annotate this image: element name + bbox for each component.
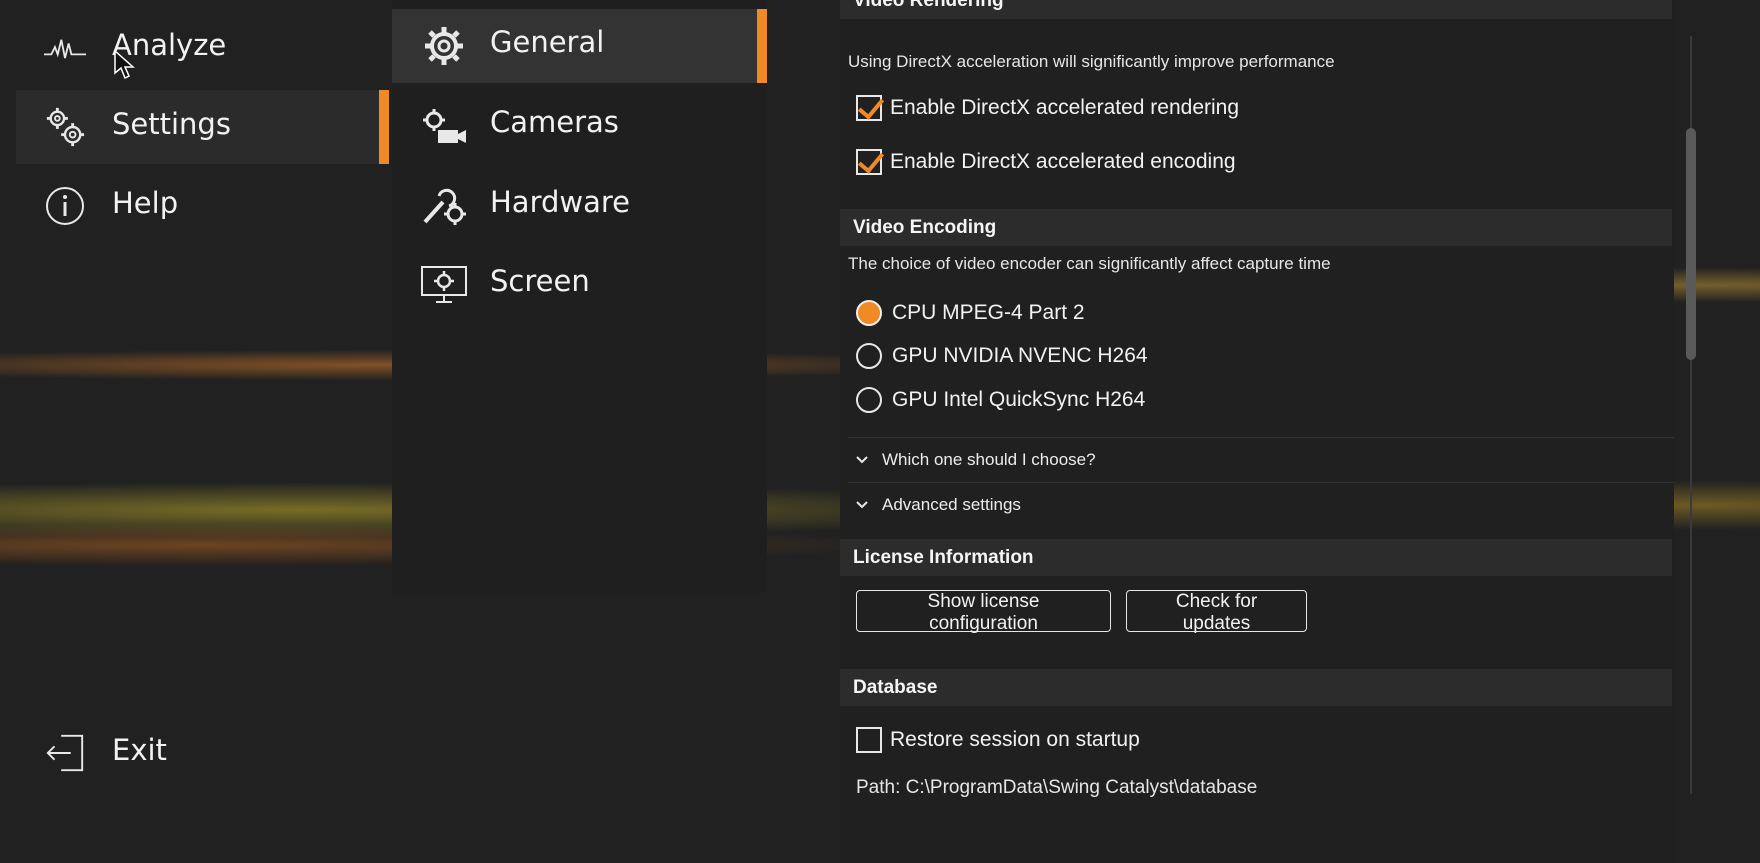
encoder-radio-cpu-mpeg4[interactable] xyxy=(856,300,882,326)
submenu-label-general: General xyxy=(490,25,605,59)
submenu-label-hardware: Hardware xyxy=(490,185,631,219)
nav-label-exit: Exit xyxy=(112,733,167,767)
nav-item-help[interactable]: Help xyxy=(16,169,389,243)
nav-label-help: Help xyxy=(112,186,179,220)
wrench-gear-icon xyxy=(420,186,468,226)
camera-gear-icon xyxy=(420,106,468,146)
section-heading-license: License Information xyxy=(840,539,1672,576)
submenu-label-cameras: Cameras xyxy=(490,105,619,139)
section-heading-video-rendering: Video Rendering xyxy=(840,0,1672,19)
advanced-settings-expander[interactable]: Advanced settings xyxy=(848,482,1674,527)
encoder-option-nvenc[interactable]: GPU NVIDIA NVENC H264 xyxy=(856,340,1148,372)
settings-content: Video Rendering Using DirectX accelerati… xyxy=(840,0,1674,863)
info-icon xyxy=(44,186,86,226)
rendering-description: Using DirectX acceleration will signific… xyxy=(848,52,1335,71)
submenu-item-general[interactable]: General xyxy=(392,9,767,83)
advanced-settings-label: Advanced settings xyxy=(882,495,1021,514)
directx-encoding-checkbox[interactable] xyxy=(856,149,882,175)
check-for-updates-button[interactable]: Check for updates xyxy=(1126,590,1307,634)
mouse-cursor-icon xyxy=(114,50,135,80)
nav-item-exit[interactable]: Exit xyxy=(16,716,389,790)
exit-icon xyxy=(44,733,86,773)
encoder-radio-nvenc[interactable] xyxy=(856,343,882,369)
section-heading-database: Database xyxy=(840,669,1672,706)
show-license-configuration-button[interactable]: Show license configuration xyxy=(856,590,1111,634)
monitor-gear-icon xyxy=(420,265,468,305)
encoder-option-quicksync[interactable]: GPU Intel QuickSync H264 xyxy=(856,384,1145,416)
section-heading-video-encoding: Video Encoding xyxy=(840,209,1672,246)
directx-rendering-option[interactable]: Enable DirectX accelerated rendering xyxy=(856,92,1239,124)
restore-session-label: Restore session on startup xyxy=(890,728,1140,751)
scrollbar-thumb[interactable] xyxy=(1686,128,1696,360)
directx-encoding-option[interactable]: Enable DirectX accelerated encoding xyxy=(856,146,1236,178)
nav-label-settings: Settings xyxy=(112,107,231,141)
directx-encoding-label: Enable DirectX accelerated encoding xyxy=(890,150,1236,173)
submenu-item-cameras[interactable]: Cameras xyxy=(392,89,767,163)
main-nav: Analyze Settings Help Exit xyxy=(0,0,392,863)
database-path: Path: C:\ProgramData\Swing Catalyst\data… xyxy=(856,777,1258,798)
nav-item-analyze[interactable]: Analyze xyxy=(16,11,389,85)
encoding-description: The choice of video encoder can signific… xyxy=(848,254,1331,273)
which-one-expander[interactable]: Which one should I choose? xyxy=(848,437,1674,482)
directx-rendering-label: Enable DirectX accelerated rendering xyxy=(890,96,1240,119)
gears-icon xyxy=(44,107,86,147)
nav-item-settings[interactable]: Settings xyxy=(16,90,389,164)
submenu-item-screen[interactable]: Screen xyxy=(392,248,767,322)
chevron-down-icon xyxy=(852,450,872,470)
which-one-label: Which one should I choose? xyxy=(882,450,1096,469)
submenu-item-hardware[interactable]: Hardware xyxy=(392,169,767,243)
chevron-down-icon xyxy=(852,495,872,515)
analyze-waveform-icon xyxy=(44,28,86,68)
restore-session-option[interactable]: Restore session on startup xyxy=(856,724,1140,756)
encoder-option-cpu-mpeg4[interactable]: CPU MPEG-4 Part 2 xyxy=(856,297,1085,329)
encoder-label-cpu-mpeg4: CPU MPEG-4 Part 2 xyxy=(892,301,1085,324)
settings-submenu: General Cameras Hardware Screen xyxy=(392,0,767,593)
gear-icon xyxy=(420,26,468,66)
encoder-radio-quicksync[interactable] xyxy=(856,387,882,413)
submenu-label-screen: Screen xyxy=(490,264,590,298)
restore-session-checkbox[interactable] xyxy=(856,727,882,753)
encoder-label-quicksync: GPU Intel QuickSync H264 xyxy=(892,388,1146,411)
directx-rendering-checkbox[interactable] xyxy=(856,95,882,121)
encoder-label-nvenc: GPU NVIDIA NVENC H264 xyxy=(892,344,1148,367)
